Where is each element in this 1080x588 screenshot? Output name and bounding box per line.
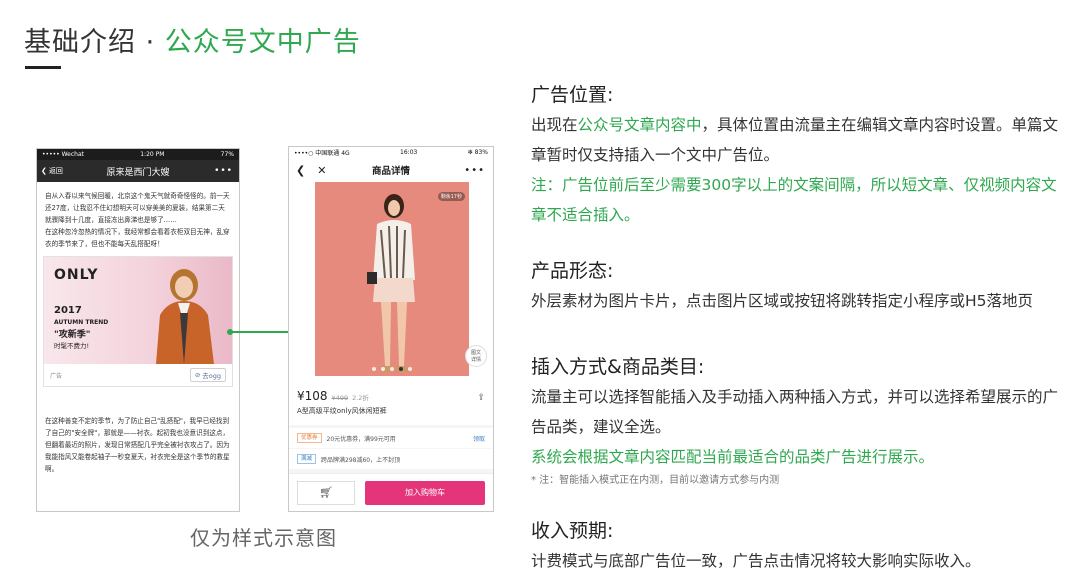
coupon-row[interactable]: 满减 跨品牌满298减60，上不封顶 — [289, 449, 493, 469]
coupon-tag: 满减 — [297, 454, 317, 464]
ad-year: 2017 — [54, 305, 82, 316]
section-text: 流量主可以选择智能插入及手动插入两种插入方式，并可以选择希望展示的广告品类，建议… — [531, 388, 1059, 436]
original-price: ¥499 — [331, 394, 349, 402]
article-paragraph: 在这种善变不定的季节，为了防止自己"乱搭配"，我早已经找到了自己的"安全牌"，那… — [45, 417, 230, 473]
carousel-dot[interactable] — [390, 367, 394, 371]
mockup-caption: 仅为样式示意图 — [190, 526, 337, 550]
detail-tag-line: 图文 — [470, 350, 481, 356]
coupon-tag: 优惠券 — [297, 433, 322, 443]
section-footnote: * 注：智能插入模式正在内测，目前以邀请方式参与内测 — [531, 475, 780, 486]
status-bar: ••••○ 中国联通 4G 16:03 ✻ 83% — [289, 147, 493, 158]
carousel-dot[interactable] — [372, 367, 376, 371]
ad-label: 广告 — [50, 372, 63, 380]
close-icon[interactable]: ✕ — [317, 164, 326, 177]
section-highlight: 系统会根据文章内容匹配当前最适合的品类广告进行展示。 — [531, 448, 935, 466]
carousel-dots[interactable] — [315, 367, 469, 371]
coupon-text: 20元优惠券，满99元可用 — [326, 435, 396, 443]
wechat-article-mockup: ••••• Wechat 1:20 PM 77% ❮ 返回 原来是西门大嫂 ••… — [36, 148, 240, 512]
product-detail-mockup: ••••○ 中国联通 4G 16:03 ✻ 83% ❮ ✕ 商品详情 ••• 剩… — [288, 146, 494, 512]
ad-trend: AUTUMN TREND — [54, 319, 109, 326]
link-icon: ⊘ — [194, 371, 201, 379]
product-photo[interactable]: 剩余17秒 — [315, 182, 469, 376]
timer-badge: 剩余17秒 — [437, 192, 465, 201]
cart-button[interactable]: 🛒︎ — [297, 480, 355, 505]
section-heading: 广告位置: — [531, 84, 614, 106]
coupon-row[interactable]: 优惠券 20元优惠券，满99元可用 领取 — [289, 428, 493, 448]
article-paragraph: 自从入春以来气候回暖，北京这个鬼天气就奇奇怪怪的。前一天还27度，让我忍不住幻想… — [45, 192, 230, 224]
status-time: 1:20 PM — [140, 151, 165, 158]
product-name: A型高级平纹only风休闲短裤 — [297, 407, 387, 415]
section-text: 外层素材为图片卡片，点击图片区域或按钮将跳转指定小程序或H5落地页 — [531, 292, 1034, 310]
section-note: 注：广告位前后至少需要300字以上的文案间隔，所以短文章、仅视频内容文章不适合插… — [531, 176, 1057, 224]
ad-footer: 广告 ⊘ 去ogg — [44, 364, 232, 386]
text-run: 出现在 — [531, 116, 578, 134]
carousel-dot[interactable] — [408, 367, 412, 371]
product-nav-bar: ❮ ✕ 商品详情 ••• — [289, 158, 493, 182]
carousel-dot-active[interactable] — [399, 367, 403, 371]
battery-label: ✻ 83% — [467, 149, 488, 156]
title-underline — [25, 66, 61, 69]
text-highlight: 公众号文章内容中 — [577, 116, 702, 134]
ad-subline: 时髦不费力! — [54, 342, 90, 350]
section-heading: 产品形态: — [531, 260, 614, 282]
ad-cta-label: 去ogg — [202, 372, 221, 380]
title-sub: 公众号文中广告 — [164, 27, 361, 58]
carousel-dot[interactable] — [381, 367, 385, 371]
page-title: 基础介绍 · 公众号文中广告 — [24, 20, 361, 59]
detail-tag-line: 详情 — [470, 357, 481, 363]
more-icon[interactable]: ••• — [464, 165, 485, 176]
carrier-label: ••••• Wechat — [42, 151, 85, 158]
section-product-form: 产品形态: 外层素材为图片卡片，点击图片区域或按钮将跳转指定小程序或H5落地页 — [531, 256, 1033, 316]
carrier-label: ••••○ 中国联通 4G — [294, 150, 350, 157]
image-detail-button[interactable]: 图文 详情 — [465, 345, 487, 367]
ad-image[interactable]: ONLY 2017 AUTUMN TREND "攻新季" 时髦不费力! — [44, 257, 232, 364]
section-heading: 插入方式&商品类目: — [531, 356, 705, 378]
bottom-action-bar: 🛒︎ 加入购物车 — [289, 473, 493, 511]
section-insert-method: 插入方式&商品类目: 流量主可以选择智能插入及手动插入两种插入方式，并可以选择希… — [531, 352, 1061, 490]
wechat-nav-bar: ❮ 返回 原来是西门大嫂 ••• — [37, 160, 239, 182]
article-account-title: 原来是西门大嫂 — [106, 167, 170, 178]
ad-cta-button[interactable]: ⊘ 去ogg — [189, 368, 226, 382]
section-text: 计费模式与底部广告位一致，广告点击情况将较大影响实际收入。 — [531, 552, 981, 570]
ad-brand: ONLY — [54, 267, 99, 283]
in-article-ad-card[interactable]: ONLY 2017 AUTUMN TREND "攻新季" 时髦不费力! 广告 ⊘… — [43, 256, 233, 387]
ad-slogan: "攻新季" — [54, 330, 91, 340]
model-illustration — [367, 194, 415, 372]
title-separator: · — [145, 27, 156, 58]
model-illustration — [156, 269, 214, 364]
connector-dot — [227, 329, 233, 335]
share-icon[interactable]: ⇪ — [477, 393, 485, 403]
discount: 2.2折 — [352, 394, 369, 402]
chevron-left-icon[interactable]: ❮ — [296, 164, 305, 177]
price: ¥108 — [297, 389, 328, 403]
section-text: 出现在公众号文章内容中，具体位置由流量主在编辑文章内容时设置。单篇文章暂时仅支持… — [531, 110, 1061, 170]
cart-icon: 🛒︎ — [319, 486, 333, 499]
section-heading: 收入预期: — [531, 520, 614, 542]
more-icon[interactable]: ••• — [214, 166, 233, 176]
add-to-cart-button[interactable]: 加入购物车 — [365, 480, 485, 505]
title-main: 基础介绍 — [24, 27, 136, 58]
status-bar: ••••• Wechat 1:20 PM 77% — [37, 149, 239, 160]
section-income: 收入预期: 计费模式与底部广告位一致，广告点击情况将较大影响实际收入。 — [531, 516, 981, 576]
section-ad-position: 广告位置: 出现在公众号文章内容中，具体位置由流量主在编辑文章内容时设置。单篇文… — [531, 80, 1061, 230]
claim-coupon-link[interactable]: 领取 — [473, 434, 485, 443]
price-row: ¥108 ¥499 2.2折 ⇪ — [289, 376, 493, 403]
coupon-text: 跨品牌满298减60，上不封顶 — [321, 456, 401, 464]
article-paragraph: 在这种忽冷忽热的情况下，我经常都会看着衣柜双目无神，乱穿衣的季节来了，但也不能每… — [45, 228, 230, 248]
coupon-list: 优惠券 20元优惠券，满99元可用 领取 满减 跨品牌满298减60，上不封顶 — [289, 425, 493, 473]
status-time: 16:03 — [400, 149, 418, 156]
battery-label: 77% — [220, 151, 234, 158]
